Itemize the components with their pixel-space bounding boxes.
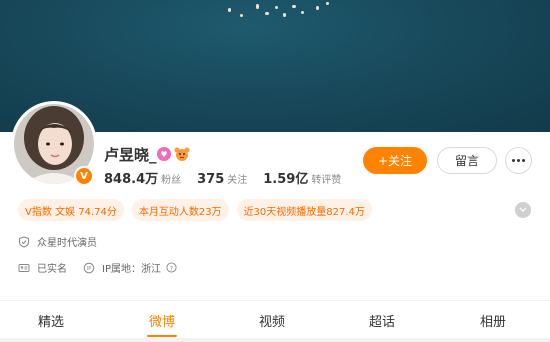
engagement-count: 1.59亿 (263, 172, 309, 187)
shield-icon (19, 235, 29, 248)
ip-location-text: IP属地：浙江 (102, 264, 161, 275)
help-icon[interactable]: ? (166, 262, 177, 273)
profile-tabs: 精选 微博 视频 超话 相册 (0, 301, 550, 342)
fans-label: 粉丝 (161, 175, 182, 186)
v-index-tag[interactable]: V指数 文娱 74.74分 (18, 199, 124, 221)
banner-decoration (256, 4, 259, 9)
level-badge-icon[interactable]: ♥ (157, 147, 171, 161)
profile-stats: 848.4万 粉丝 375 关注 1.59亿 转评赞 (104, 168, 357, 187)
fan-badge-icon[interactable] (174, 147, 190, 161)
expand-button[interactable] (515, 202, 531, 218)
follow-button[interactable]: +关注 (363, 147, 427, 174)
video-views-tag[interactable]: 近30天视频播放量827.4万 (236, 199, 372, 221)
more-dot-icon (522, 159, 525, 162)
banner-decoration (283, 13, 286, 17)
ip-icon: IP (83, 262, 95, 273)
more-options-button[interactable] (505, 147, 532, 174)
tab-featured[interactable]: 精选 (22, 301, 80, 339)
active-tab-indicator (147, 335, 177, 337)
profile-name: 卢昱晓_ (104, 146, 157, 164)
monthly-interaction-tag[interactable]: 本月互动人数23万 (131, 199, 229, 221)
tab-weibo[interactable]: 微博 (133, 301, 191, 339)
profile-tags: V指数 文娱 74.74分 本月互动人数23万 近30天视频播放量827.4万 (18, 199, 372, 221)
banner-decoration (265, 12, 269, 15)
identity-row: 已实名 IP IP属地：浙江 ? (18, 260, 184, 275)
banner-decoration (275, 6, 278, 9)
id-card-icon (18, 263, 30, 272)
company-row: 众星时代演员 (18, 234, 97, 249)
banner-decoration (292, 5, 296, 8)
more-dot-icon (512, 159, 515, 162)
banner-decoration (316, 6, 319, 10)
tab-supertopic[interactable]: 超话 (353, 301, 411, 339)
realname-text: 已实名 (37, 264, 67, 275)
following-label: 关注 (227, 175, 248, 186)
verified-badge-icon: V (74, 166, 94, 186)
following-count[interactable]: 375 (197, 172, 224, 187)
chevron-down-icon (519, 207, 527, 212)
fans-count[interactable]: 848.4万 (104, 168, 158, 187)
banner-decoration (326, 2, 329, 5)
more-dot-icon (517, 159, 520, 162)
message-button[interactable]: 留言 (437, 147, 497, 174)
bottom-divider (0, 338, 550, 342)
banner-decoration (301, 11, 304, 14)
company-text: 众星时代演员 (37, 238, 97, 249)
banner-decoration (240, 14, 243, 17)
banner-decoration (228, 8, 231, 12)
tab-video[interactable]: 视频 (243, 301, 301, 339)
svg-text:IP: IP (87, 266, 92, 272)
svg-text:?: ? (170, 264, 173, 272)
engagement-label: 转评赞 (311, 175, 342, 186)
tab-album[interactable]: 相册 (464, 301, 522, 339)
